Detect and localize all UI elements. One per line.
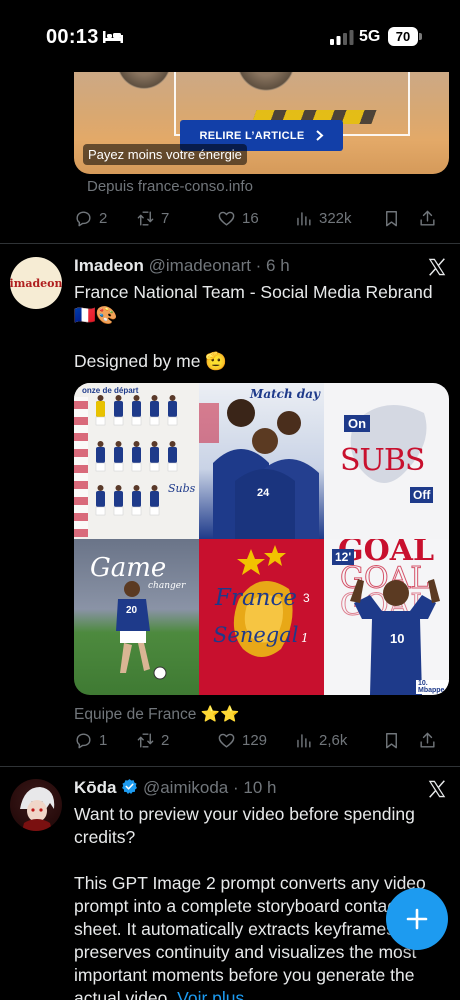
reply-icon [76, 732, 91, 748]
goal-shirt-number: 10 [390, 631, 405, 646]
bookmark-button[interactable] [382, 209, 418, 228]
reply-count: 2 [99, 209, 108, 227]
media-subs[interactable]: On SUBS Off [324, 383, 449, 539]
bookmark-icon [386, 732, 397, 748]
bookmark-icon [386, 210, 397, 226]
verified-icon [122, 779, 138, 794]
tweet-line-2: Designed by me 🫡 [74, 351, 228, 371]
tweet-line-1: France National Team - Social Media Rebr… [74, 282, 433, 302]
battery-icon: 70 [388, 27, 418, 46]
golden-rooster-image [233, 545, 293, 657]
share-icon [420, 732, 435, 748]
compose-icon [406, 908, 428, 930]
tweet-emoji-line: 🇫🇷🎨 [74, 305, 118, 325]
sleep-focus-icon [103, 31, 123, 43]
views-count: 322k [319, 209, 352, 227]
repost-count: 2 [161, 731, 170, 749]
media-goal[interactable]: GOAL GOAL GOAL 12' 10 10. Mbappe [324, 539, 449, 695]
status-bar: 00:13 5G 70 [0, 0, 460, 72]
like-count: 16 [242, 209, 259, 227]
author-name[interactable]: Imadeon [74, 256, 144, 275]
ad-source-link[interactable]: Depuis france-conso.info [87, 178, 253, 195]
reply-icon [76, 210, 91, 226]
team-senegal: Senegal [213, 623, 299, 647]
repost-count: 7 [161, 209, 170, 227]
media-lineup[interactable]: onze de départ Subs [74, 383, 199, 539]
x-logo-icon[interactable] [426, 778, 448, 800]
reply-button[interactable]: 1 [74, 731, 136, 750]
avatar-character-image [20, 787, 55, 831]
screen: 00:13 5G 70 RELIRE L’ARTICLE Payez moins… [0, 0, 460, 1000]
tweet1-actions: 1 2 129 2,6k [74, 728, 450, 752]
network-label: 5G [359, 28, 381, 45]
ad-card-image[interactable]: RELIRE L’ARTICLE Payez moins votre énerg… [74, 62, 449, 174]
tweet-paragraph-1: Want to preview your video before spendi… [74, 804, 415, 847]
reply-count: 1 [99, 731, 108, 749]
tweet-header: Kōda @aimikoda · 10 h [74, 778, 276, 798]
tweet-text: France National Team - Social Media Rebr… [74, 281, 452, 373]
x-logo-icon[interactable] [426, 256, 448, 278]
signal-icon [330, 30, 354, 45]
tweet-media-grid[interactable]: onze de départ Subs Match day 24 On SUBS… [74, 383, 449, 695]
compose-button[interactable] [386, 888, 448, 950]
views-count: 2,6k [319, 731, 348, 749]
avatar-wordmark: imadeon [10, 276, 62, 290]
media-matchday[interactable]: Match day 24 [199, 383, 324, 539]
author-handle[interactable]: @aimikoda · 10 h [143, 778, 277, 797]
media-score[interactable]: France 3 Senegal 1 [199, 539, 324, 695]
matchday-players-image [199, 399, 319, 539]
repost-icon [137, 210, 154, 226]
tweet-paragraph-2-text: This GPT Image 2 prompt converts any vid… [74, 873, 426, 1000]
views-icon [297, 211, 311, 226]
share-icon [420, 210, 435, 226]
lineup-players-image [95, 395, 178, 516]
sub-off-badge: Off [410, 487, 434, 503]
views-button[interactable]: 322k [294, 209, 382, 228]
tweet-header: Imadeon @imadeonart · 6 h [74, 256, 290, 276]
chevron-right-icon [315, 130, 324, 141]
gamechanger-shirt-number: 20 [126, 605, 138, 616]
ad-caption: Payez moins votre énergie [83, 144, 247, 165]
share-button[interactable] [418, 209, 442, 228]
author-name[interactable]: Kōda [74, 778, 117, 797]
battery-tip [419, 33, 422, 40]
reply-button[interactable]: 2 [74, 209, 136, 228]
like-count: 129 [242, 731, 268, 749]
see-more-link[interactable]: Voir plus [177, 988, 244, 1000]
score-france: 3 [303, 591, 310, 605]
like-button[interactable]: 129 [217, 731, 294, 750]
tweet-prev-actions: 2 7 16 322k [74, 206, 450, 230]
goal-player-name: 10. Mbappe [416, 680, 449, 694]
repost-button[interactable]: 7 [136, 209, 217, 228]
author-handle[interactable]: @imadeonart · 6 h [149, 256, 290, 275]
team-france: France [215, 585, 297, 611]
avatar[interactable] [10, 779, 62, 831]
views-button[interactable]: 2,6k [294, 731, 382, 750]
goal-player-image [350, 579, 440, 695]
gamechanger-player-image [116, 581, 167, 680]
score-senegal: 1 [301, 631, 309, 645]
bookmark-button[interactable] [382, 731, 418, 750]
repost-icon [137, 732, 154, 748]
community-note-label[interactable]: Equipe de France ⭐⭐ [74, 705, 239, 724]
subs-title: SUBS [340, 443, 425, 478]
tweet-divider [0, 766, 460, 767]
views-icon [297, 733, 311, 748]
media-gamechanger[interactable]: Game changer 20 [74, 539, 199, 695]
read-article-label: RELIRE L’ARTICLE [199, 129, 305, 142]
status-time: 00:13 [46, 26, 99, 48]
repost-button[interactable]: 2 [136, 731, 217, 750]
sub-on-badge: On [344, 415, 371, 432]
matchday-shirt-number: 24 [257, 487, 270, 499]
like-icon [218, 211, 235, 226]
like-icon [218, 733, 235, 748]
like-button[interactable]: 16 [217, 209, 294, 228]
share-button[interactable] [418, 731, 442, 750]
avatar[interactable]: imadeon [10, 257, 62, 309]
tweet-divider [0, 243, 460, 244]
